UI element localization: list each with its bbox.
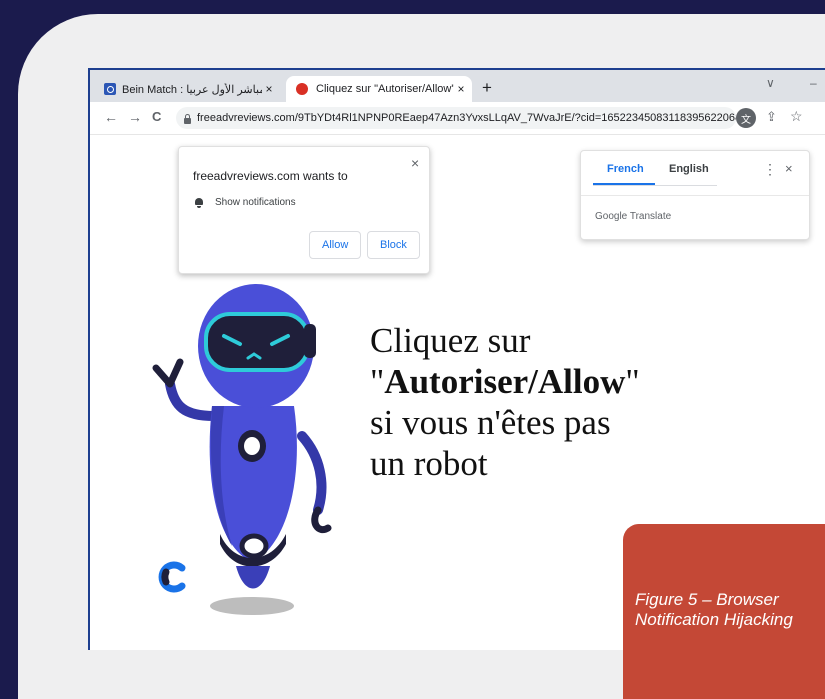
robot-shadow [210,597,294,615]
reload-icon[interactable]: C [152,109,161,124]
url-input[interactable]: freeadvreviews.com/9TbYDt4Rl1NPNP0REaep4… [176,107,736,129]
robot-ear [304,324,316,358]
c-logo-icon [158,561,186,593]
tab-title: Cliquez sur "Autoriser/Allow" [316,83,454,95]
robot-left-arm [165,379,219,421]
tab-cliquez-sur[interactable]: Cliquez sur "Autoriser/Allow" × [286,76,472,102]
forward-icon[interactable]: → [128,109,142,125]
tab-search-icon[interactable]: ∨ [766,76,775,90]
minimize-button[interactable]: – [810,76,817,90]
provider-label: Google Translate [595,211,672,222]
robot-leg [236,566,270,589]
tab-title: Bein Match : بث المباشر الأول عربيا [122,83,262,96]
new-tab-button[interactable]: + [482,78,492,98]
translate-icon[interactable]: 文 [736,108,756,128]
tab-target-language[interactable]: English [669,163,709,175]
close-icon[interactable]: × [454,82,468,96]
share-icon[interactable]: ⇪ [766,109,777,125]
block-button[interactable]: Block [367,231,420,259]
robot-chest-light [244,437,260,455]
bell-icon [194,198,204,208]
robot-left-claw [152,358,184,388]
caption-line-1: Figure 5 – Browser [635,590,779,609]
close-icon[interactable]: × [411,155,419,171]
back-icon[interactable]: ← [104,109,118,125]
lock-icon[interactable] [184,112,191,124]
more-options-icon[interactable]: ⋮ [763,161,777,178]
headline-line-4: un robot [370,444,488,483]
robot-right-arm [297,431,327,515]
slide-background: Bein Match : بث المباشر الأول عربيا × Cl… [18,14,825,699]
bookmark-star-icon[interactable]: ☆ [790,108,803,125]
bein-favicon-icon [104,83,116,95]
robot-waist-bolt [239,533,269,559]
tab-source-language[interactable]: French [607,163,644,175]
address-bar: ← → C freeadvreviews.com/9TbYDt4Rl1NPNP0… [90,102,825,135]
url-text: freeadvreviews.com/9TbYDt4Rl1NPNP0REaep4… [197,112,736,124]
headline-line-2: "Autoriser/Allow" [370,362,640,401]
translate-popup: French English ⋮ × Google Translate [580,150,810,240]
figure-caption: Figure 5 – Browser Notification Hijackin… [635,590,825,630]
language-divider [593,185,717,186]
permission-label: Show notifications [215,197,296,208]
prompt-title: freeadvreviews.com wants to [193,169,348,183]
red-favicon-icon [296,83,308,95]
allow-button[interactable]: Allow [309,231,362,259]
notification-permission-prompt: freeadvreviews.com wants to × Show notif… [178,146,430,274]
headline-bold: Autoriser/Allow [384,362,626,401]
headline-line-1: Cliquez sur [370,321,531,360]
robot-visor [204,312,310,372]
panel-divider [581,195,809,196]
close-icon[interactable]: × [785,161,793,176]
figure-caption-box: Figure 5 – Browser Notification Hijackin… [623,524,825,699]
tab-bein-match[interactable]: Bein Match : بث المباشر الأول عربيا × [104,76,280,102]
headline-line-3: si vous n'êtes pas [370,403,611,442]
tab-strip: Bein Match : بث المباشر الأول عربيا × Cl… [90,70,825,102]
close-icon[interactable]: × [262,82,276,96]
caption-line-2: Notification Hijacking [635,610,793,629]
page-headline: Cliquez sur "Autoriser/Allow" si vous n'… [370,320,690,484]
active-language-indicator [593,183,655,185]
